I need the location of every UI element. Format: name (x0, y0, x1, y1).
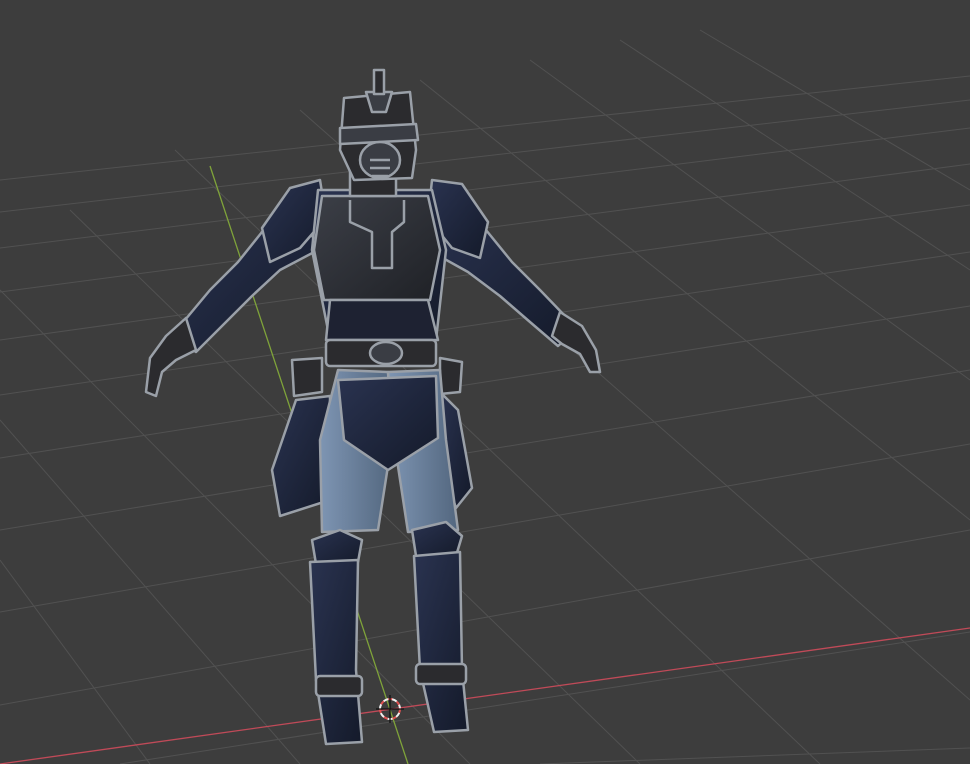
abdomen-plate (324, 298, 440, 342)
belt-buckle (368, 340, 404, 366)
x-axis-line (0, 627, 970, 764)
left-ankle-strap (314, 674, 364, 698)
3d-cursor-icon[interactable] (376, 695, 404, 723)
floor-grid (0, 29, 970, 764)
right-pouch (438, 356, 464, 396)
right-ankle-strap (414, 662, 468, 686)
helmet-plume (372, 68, 386, 96)
3d-viewport[interactable] (0, 0, 970, 764)
right-glove (550, 310, 602, 374)
character-model[interactable] (144, 68, 602, 746)
left-boot (308, 558, 364, 746)
chest-plate (312, 194, 442, 302)
left-glove (144, 316, 198, 398)
left-pouch (290, 356, 324, 398)
